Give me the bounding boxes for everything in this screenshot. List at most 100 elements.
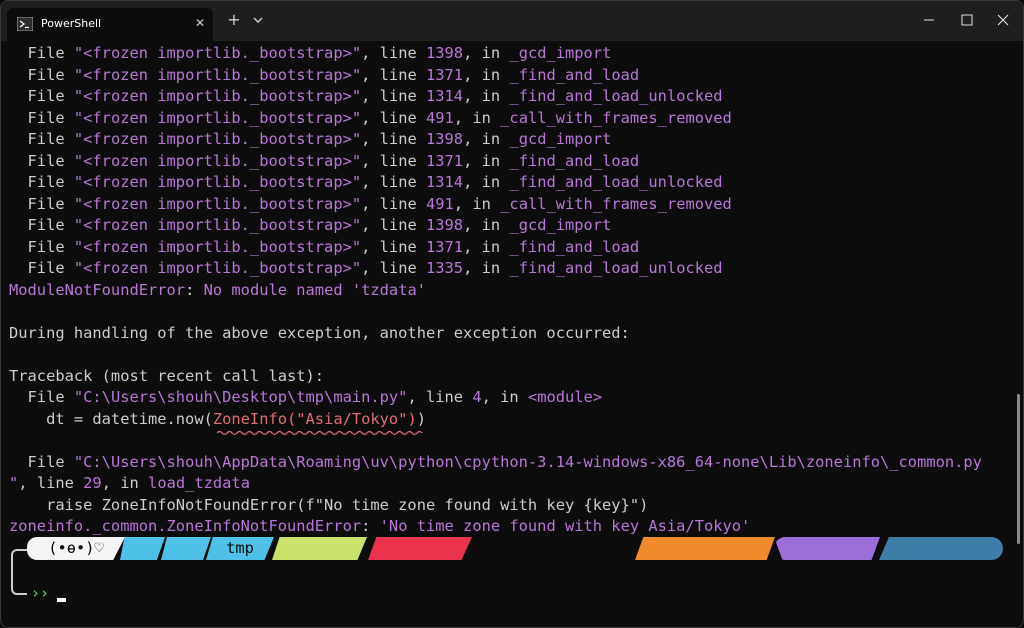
output-line: raise ZoneInfoNotFoundError(f"No time zo… [9,495,648,516]
output-span: load_tzdata [148,474,250,492]
output-span: dt = datetime.now( [9,409,213,428]
new-tab-button[interactable]: + [226,12,242,28]
output-line: File "<frozen importlib._bootstrap>", li… [9,43,612,64]
output-span: zoneinfo._common.ZoneInfoNotFoundError [9,517,362,535]
output-span: "<frozen importlib._bootstrap>" [73,108,362,127]
output-span: , line [361,65,426,84]
output-span: "<frozen importlib._bootstrap>" [73,130,362,148]
output-span: File [9,237,74,256]
output-span: File [9,130,74,148]
output-span: : [361,517,380,535]
output-line: File "<frozen importlib._bootstrap>", li… [9,258,723,279]
title-bar: PowerShell ✕ + [1,1,1023,41]
output-span: , in [463,151,510,170]
output-span: , in [463,216,510,234]
output-span: , line [361,130,426,148]
status-segment: ERROR [368,537,472,560]
output-span: 1398 [426,216,464,234]
output-line: File "<frozen importlib._bootstrap>", li… [9,151,640,172]
output-line: File "<frozen importlib._bootstrap>", li… [9,237,640,258]
output-line: File "<frozen importlib._bootstrap>", li… [9,129,612,150]
directory-segment: tmp [206,537,274,560]
output-span: , line [361,87,426,105]
output-span: "<frozen importlib._bootstrap>" [73,151,362,170]
error-squiggle [217,430,423,436]
git-segment: main≢ ✎?6 [635,537,775,560]
output-span: _find_and_load_unlocked [509,173,723,191]
output-line: During handling of the above exception, … [9,323,630,344]
terminal-window: PowerShell ✕ + File "<frozen importlib._… [0,0,1024,628]
powershell-icon [17,17,33,31]
output-span: File [9,108,74,127]
tab-close-icon[interactable]: ✕ [193,16,207,30]
prompt-symbol: ›› [31,584,50,602]
output-span: "C:\Users\shouh\AppData\Roaming\uv\pytho… [73,452,982,471]
output-span: 4 [472,388,482,406]
output-span: _find_and_load [509,237,640,256]
output-span: "C:\Users\shouh\Desktop\tmp\main.py" [73,388,408,406]
output-span: ZoneInfo("Asia/Tokyo") [212,409,417,428]
output-span: , line [361,194,426,213]
output-line: dt = datetime.now(ZoneInfo("Asia/Tokyo")… [9,409,426,430]
output-span: _call_with_frames_removed [500,194,732,213]
output-line: ModuleNotFoundError: No module named 'tz… [9,280,426,301]
output-span: , line [361,173,426,191]
output-span: , line [361,259,426,277]
output-span: File [9,216,74,234]
output-span: , line [361,216,426,234]
scrollbar[interactable] [1017,394,1020,544]
output-span: , line [361,151,426,170]
output-span: File [9,173,74,191]
output-span: , in [101,474,149,492]
output-span: File [9,194,74,213]
output-span: _call_with_frames_removed [500,108,732,127]
output-span: , in [453,194,501,213]
output-span: , in [463,65,510,84]
output-line: File "<frozen importlib._bootstrap>", li… [9,108,732,129]
output-span: , line [361,108,426,127]
output-span: "<frozen importlib._bootstrap>" [73,65,362,84]
output-span: , in [463,259,510,277]
clock-segment: 16:59:58 [879,537,1003,560]
output-span: File [9,44,74,62]
output-span: , line [407,388,473,406]
output-span: _find_and_load_unlocked [509,87,723,105]
close-window-button[interactable] [981,7,1024,33]
tab-powershell[interactable]: PowerShell ✕ [7,8,213,41]
output-line: File "C:\Users\shouh\Desktop\tmp\main.py… [9,387,603,408]
output-span: , in [463,130,510,148]
output-span: <module> [527,388,603,406]
output-span: During handling of the above exception, … [9,323,630,342]
output-span: , in [463,237,510,256]
output-span: No module named 'tzdata' [203,280,426,299]
prompt-kaomoji: (•ө•)♡ [27,537,125,560]
output-span: raise ZoneInfoNotFoundError(f"No time zo… [9,495,649,514]
output-span: "<frozen importlib._bootstrap>" [73,194,362,213]
output-span: " [9,474,19,492]
output-span: File [9,259,74,277]
prompt-bar: (•ө•)♡ tmp 131ms ERROR main≢ ✎?6 error 1… [1,537,1019,561]
output-span: _find_and_load [509,151,640,170]
output-span: 'No time zone found with key Asia/Tokyo' [379,517,751,535]
output-span: 1314 [426,173,464,191]
output-line: ", line 29, in load_tzdata [9,473,250,494]
output-span: 1371 [426,65,464,84]
output-span: , line [361,237,426,256]
output-span: 491 [426,108,454,127]
chevron-down-icon[interactable] [251,13,265,27]
output-span: _gcd_import [509,130,612,148]
tab-title: PowerShell [41,17,102,30]
exec-time-segment: 131ms [272,537,367,560]
output-span: File [9,452,74,471]
output-span: 1398 [426,130,464,148]
output-line: zoneinfo._common.ZoneInfoNotFoundError: … [9,516,750,537]
output-span: 1314 [426,87,464,105]
output-span: "<frozen importlib._bootstrap>" [73,44,362,62]
output-span: File [9,87,74,105]
output-span: ) [416,409,426,428]
output-line: File "<frozen importlib._bootstrap>", li… [9,86,723,107]
output-span: 491 [426,194,454,213]
output-span: File [9,388,74,406]
output-line: File "<frozen importlib._bootstrap>", li… [9,215,612,236]
output-span: , in [463,44,510,62]
